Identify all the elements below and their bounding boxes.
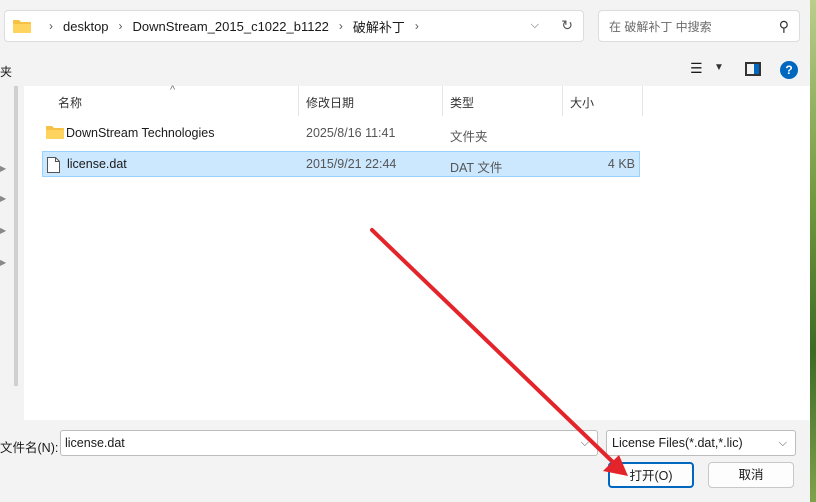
column-type[interactable]: 类型 bbox=[450, 94, 474, 111]
chevron-down-icon[interactable]: ⌵ bbox=[531, 19, 539, 32]
address-bar[interactable]: › desktop › DownStream_2015_c1022_b1122 … bbox=[4, 10, 584, 42]
new-folder-label[interactable]: 夹 bbox=[0, 63, 12, 80]
column-divider[interactable] bbox=[642, 86, 643, 116]
file-type: 文件夹 bbox=[450, 130, 488, 144]
chevron-right-icon[interactable]: ▶ bbox=[0, 194, 6, 203]
chevron-right-icon[interactable]: ▶ bbox=[0, 226, 6, 235]
chevron-right-icon: › bbox=[49, 19, 53, 33]
chevron-right-icon: › bbox=[118, 19, 123, 33]
preview-pane-icon[interactable] bbox=[745, 62, 761, 76]
chevron-down-icon[interactable]: ▼ bbox=[714, 62, 724, 73]
file-name: license.dat bbox=[67, 157, 127, 171]
nav-scrollbar[interactable] bbox=[14, 86, 18, 386]
chevron-right-icon[interactable]: › bbox=[415, 19, 419, 33]
breadcrumb: › desktop › DownStream_2015_c1022_b1122 … bbox=[39, 17, 429, 36]
chevron-right-icon[interactable]: ▶ bbox=[0, 258, 6, 267]
background-edge bbox=[810, 0, 816, 502]
help-icon[interactable]: ? bbox=[780, 61, 798, 79]
file-type-select[interactable]: License Files(*.dat,*.lic) ⌵ bbox=[606, 430, 796, 456]
folder-icon bbox=[13, 20, 31, 33]
column-header: ^ 名称 修改日期 类型 大小 bbox=[24, 84, 810, 116]
folder-icon bbox=[46, 126, 64, 139]
filename-value: license.dat bbox=[65, 436, 125, 450]
chevron-right-icon[interactable]: ▶ bbox=[0, 164, 6, 173]
search-input[interactable]: 在 破解补丁 中搜索 ⚲ bbox=[598, 10, 800, 42]
navigation-pane: ▶ ▶ ▶ ▶ bbox=[0, 86, 22, 420]
refresh-icon[interactable]: ↻ bbox=[561, 17, 573, 34]
file-icon bbox=[47, 157, 60, 173]
filename-input[interactable]: license.dat ⌵ bbox=[60, 430, 598, 456]
sort-ascending-icon: ^ bbox=[170, 84, 176, 96]
breadcrumb-item-crack[interactable]: 破解补丁 bbox=[353, 17, 405, 36]
file-name: DownStream Technologies bbox=[66, 126, 215, 140]
filename-label: 文件名(N): bbox=[0, 441, 59, 455]
search-placeholder: 在 破解补丁 中搜索 bbox=[609, 19, 712, 34]
column-size[interactable]: 大小 bbox=[570, 94, 594, 111]
cancel-button[interactable]: 取消 bbox=[708, 462, 794, 488]
file-type: DAT 文件 bbox=[450, 161, 503, 175]
file-open-dialog: › desktop › DownStream_2015_c1022_b1122 … bbox=[0, 0, 810, 502]
file-row-license[interactable]: license.dat 2015/9/21 22:44 DAT 文件 4 KB bbox=[42, 151, 640, 177]
column-divider[interactable] bbox=[562, 86, 563, 116]
file-size: 4 KB bbox=[607, 157, 635, 171]
file-date: 2015/9/21 22:44 bbox=[306, 157, 397, 171]
breadcrumb-item-desktop[interactable]: desktop bbox=[63, 19, 109, 34]
breadcrumb-item-downstream[interactable]: DownStream_2015_c1022_b1122 bbox=[133, 19, 329, 34]
chevron-right-icon: › bbox=[338, 19, 343, 33]
file-date: 2025/8/16 11:41 bbox=[306, 126, 396, 140]
column-divider[interactable] bbox=[442, 86, 443, 116]
file-list: ^ 名称 修改日期 类型 大小 DownStream Technologies … bbox=[24, 84, 810, 420]
open-button[interactable]: 打开(O) bbox=[608, 462, 694, 488]
toolbar: 夹 ☰ ▼ ? bbox=[0, 56, 810, 84]
column-name[interactable]: 名称 bbox=[58, 94, 82, 111]
search-icon: ⚲ bbox=[778, 18, 789, 34]
file-type-value: License Files(*.dat,*.lic) bbox=[612, 436, 743, 450]
dialog-footer: 文件名(N): license.dat ⌵ License Files(*.da… bbox=[0, 424, 810, 502]
chevron-down-icon[interactable]: ⌵ bbox=[779, 431, 787, 455]
column-date[interactable]: 修改日期 bbox=[306, 94, 354, 111]
list-view-icon[interactable]: ☰ bbox=[690, 60, 703, 77]
file-row-folder[interactable]: DownStream Technologies 2025/8/16 11:41 … bbox=[42, 120, 640, 146]
column-divider[interactable] bbox=[298, 86, 299, 116]
chevron-down-icon[interactable]: ⌵ bbox=[581, 431, 589, 455]
